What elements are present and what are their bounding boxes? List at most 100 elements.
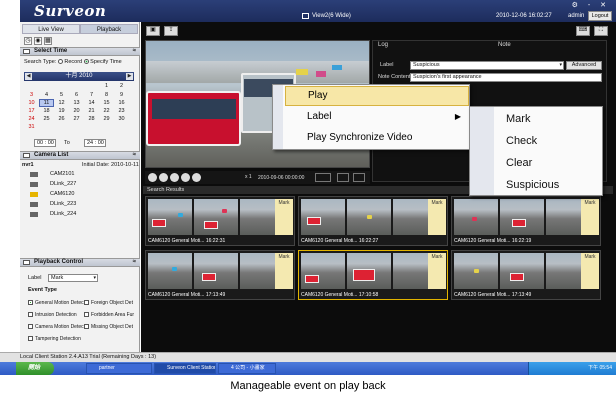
view-title[interactable]: View2(6 Wide): [312, 13, 351, 19]
menu-item-play[interactable]: Play: [285, 86, 469, 106]
calendar-day[interactable]: 27: [69, 115, 84, 123]
export-icon[interactable]: ⇪: [164, 26, 178, 36]
calendar-day[interactable]: 16: [114, 99, 129, 107]
calendar-day[interactable]: 31: [24, 123, 39, 131]
calendar-day[interactable]: 19: [54, 107, 69, 115]
rewind-icon[interactable]: [148, 173, 157, 182]
playback-control-header[interactable]: Playback Control ≈: [20, 258, 140, 267]
submenu-item-clear[interactable]: Clear: [496, 152, 600, 174]
checkbox-icon[interactable]: [84, 324, 89, 330]
collapse-chevron-icon[interactable]: ≈: [133, 48, 136, 55]
calendar-day[interactable]: 12: [54, 99, 69, 107]
calendar-day[interactable]: 29: [99, 115, 114, 123]
result-thumbnail[interactable]: Mark CAM6120 General Moti... 17:13:49: [145, 250, 295, 300]
result-thumbnail[interactable]: Mark CAM6120 General Moti... 17:13:49: [451, 250, 601, 300]
time-from-input[interactable]: 00 : 00: [34, 139, 56, 147]
calendar-day[interactable]: 25: [39, 115, 54, 123]
note-content-input[interactable]: Suspicion's first appearance: [410, 73, 602, 82]
event-checkbox[interactable]: Foreign Object Det: [84, 298, 133, 308]
calendar-day[interactable]: 7: [84, 91, 99, 99]
event-checkbox[interactable]: Missing Object Det: [84, 322, 133, 332]
keyboard-icon[interactable]: ⌨: [576, 26, 590, 36]
camera-item[interactable]: CAM2101: [28, 170, 136, 179]
camera-item[interactable]: DLink_224: [28, 210, 136, 219]
collapse-chevron-icon[interactable]: ≈: [133, 259, 136, 266]
calendar-day[interactable]: 28: [84, 115, 99, 123]
tab-live-view[interactable]: Live View: [22, 24, 80, 34]
calendar-day[interactable]: 17: [24, 107, 39, 115]
taskbar-item[interactable]: 4 公司 - 小畫家: [218, 363, 276, 374]
submenu-item-mark[interactable]: Mark: [496, 108, 600, 130]
event-checkbox[interactable]: Forbidden Area Fur: [84, 310, 134, 320]
start-button[interactable]: 開始: [16, 362, 54, 375]
calendar-day[interactable]: 23: [114, 107, 129, 115]
select-time-header[interactable]: Select Time ≈: [20, 47, 140, 56]
calendar-day[interactable]: 8: [99, 91, 114, 99]
checkbox-icon[interactable]: [84, 300, 89, 306]
calendar-day[interactable]: 4: [39, 91, 54, 99]
checkbox-icon[interactable]: [28, 300, 33, 306]
event-checkbox[interactable]: Tampering Detection: [28, 334, 81, 344]
calendar-day[interactable]: 1: [99, 82, 114, 90]
calendar-day[interactable]: 24: [24, 115, 39, 123]
snapshot-icon[interactable]: ▣: [146, 26, 160, 36]
calendar-day[interactable]: 9: [114, 91, 129, 99]
camera-item[interactable]: DLink_223: [28, 200, 136, 209]
event-checkbox[interactable]: General Motion Detec: [28, 298, 84, 308]
calendar-day[interactable]: 26: [54, 115, 69, 123]
goto-icon[interactable]: [315, 173, 331, 182]
result-thumbnail-selected[interactable]: Mark CAM6120 General Moti... 17:10:58: [298, 250, 448, 300]
calendar-day[interactable]: 6: [69, 91, 84, 99]
forward-icon[interactable]: [192, 173, 201, 182]
calendar-day[interactable]: 14: [84, 99, 99, 107]
calendar-day[interactable]: 30: [114, 115, 129, 123]
menu-item-label[interactable]: Label ▶: [285, 107, 469, 127]
system-tray-clock[interactable]: 下午 05:54: [528, 362, 616, 375]
layout-icon[interactable]: ▦: [44, 37, 52, 45]
label-select[interactable]: Mark ▾: [48, 274, 98, 282]
view-layout-icon[interactable]: [302, 13, 309, 19]
checkbox-icon[interactable]: [28, 312, 33, 318]
refresh-icon[interactable]: [337, 173, 349, 182]
stop-icon[interactable]: [181, 173, 190, 182]
calendar-day[interactable]: 13: [69, 99, 84, 107]
result-thumbnail[interactable]: Mark CAM6120 General Moti... 16:22:27: [298, 196, 448, 246]
clock-icon[interactable]: ◷: [24, 37, 32, 45]
calendar-day[interactable]: 2: [114, 82, 129, 90]
nvr-group[interactable]: nvr1: [22, 162, 34, 168]
radio-record[interactable]: [57, 59, 63, 65]
collapse-chevron-icon[interactable]: ≈: [133, 152, 136, 159]
log-label-select[interactable]: Suspicious ▾: [410, 61, 564, 70]
calendar-day[interactable]: 10: [24, 99, 39, 107]
submenu-item-suspicious[interactable]: Suspicious: [496, 174, 600, 196]
time-to-input[interactable]: 24 : 00: [84, 139, 106, 147]
taskbar-item-active[interactable]: Surveon Client Station: [154, 363, 216, 374]
calendar-day[interactable]: 22: [99, 107, 114, 115]
calendar-day[interactable]: 20: [69, 107, 84, 115]
tab-playback[interactable]: Playback: [80, 24, 138, 34]
camera-item-selected[interactable]: CAM6120: [28, 190, 136, 199]
result-thumbnail[interactable]: Mark CAM6120 General Moti... 16:22:31: [145, 196, 295, 246]
step-back-icon[interactable]: [159, 173, 168, 182]
advanced-button[interactable]: Advanced: [566, 61, 602, 70]
window-controls[interactable]: ⚙ - ✕: [572, 1, 610, 9]
calendar-day[interactable]: 15: [99, 99, 114, 107]
radio-specify-time[interactable]: [83, 59, 89, 65]
calendar-day-selected[interactable]: 11: [39, 99, 54, 107]
event-checkbox[interactable]: Camera Motion Detec: [28, 322, 84, 332]
tab-note[interactable]: Note: [498, 42, 511, 48]
result-thumbnail[interactable]: Mark CAM6120 General Moti... 16:22:19: [451, 196, 601, 246]
checkbox-icon[interactable]: [28, 324, 33, 330]
play-icon[interactable]: [170, 173, 179, 182]
tab-log[interactable]: Log: [378, 42, 388, 48]
event-checkbox[interactable]: Intrusion Detection: [28, 310, 77, 320]
calendar-day[interactable]: 18: [39, 107, 54, 115]
calendar-day[interactable]: 21: [84, 107, 99, 115]
next-month-button[interactable]: ▶: [126, 73, 133, 80]
checkbox-icon[interactable]: [84, 312, 89, 318]
taskbar-item[interactable]: partner: [86, 363, 152, 374]
submenu-item-check[interactable]: Check: [496, 130, 600, 152]
logout-button[interactable]: Logout: [588, 11, 612, 21]
checkbox-icon[interactable]: [28, 336, 33, 342]
menu-item-play-sync-video[interactable]: Play Synchronize Video: [285, 128, 469, 148]
